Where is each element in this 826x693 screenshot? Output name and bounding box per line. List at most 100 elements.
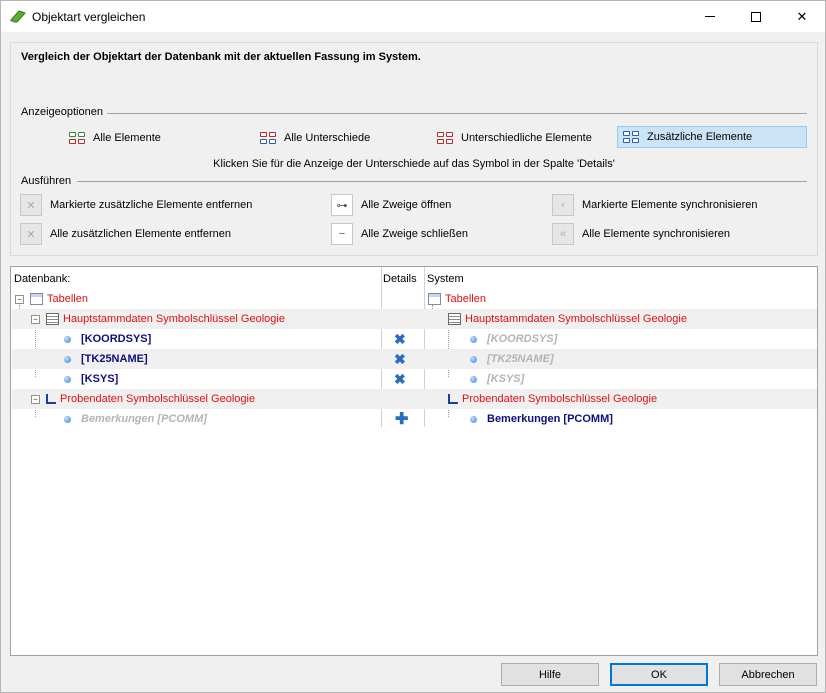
sys-label: Probendaten Symbolschlüssel Geologie (462, 393, 658, 405)
action-label: Alle Elemente synchronisieren (582, 228, 730, 240)
display-options-divider (107, 113, 807, 114)
db-cell: [KSYS] (64, 369, 118, 389)
sys-cell: [TK25NAME] (470, 349, 554, 369)
expand-all-button[interactable]: ⊶ Alle Zweige öffnen (331, 193, 451, 217)
tree-row-hauptstammdaten[interactable]: − Hauptstammdaten Symbolschlüssel Geolog… (12, 309, 817, 329)
db-label: [KOORDSYS] (81, 333, 152, 345)
collapse-all-icon: − (331, 223, 353, 245)
field-icon (64, 355, 71, 363)
cancel-button[interactable]: Abbrechen (719, 663, 817, 686)
db-cell: − Tabellen (15, 289, 88, 309)
table-icon (30, 293, 43, 305)
tree-row-field[interactable]: [TK25NAME] ✖ [TK25NAME] (12, 349, 817, 369)
options-panel: Vergleich der Objektart der Datenbank mi… (10, 42, 818, 256)
option-all-differences[interactable]: Alle Unterschiede (255, 127, 425, 149)
sys-label: Hauptstammdaten Symbolschlüssel Geologie (465, 313, 687, 325)
field-icon (470, 335, 477, 343)
db-cell: − Hauptstammdaten Symbolschlüssel Geolog… (31, 309, 285, 329)
document-icon (448, 313, 461, 325)
minimize-button[interactable] (687, 1, 733, 32)
sys-label: [KOORDSYS] (487, 333, 558, 345)
tree-row-field[interactable]: [KSYS] ✖ [KSYS] (12, 369, 817, 389)
remove-marked-button[interactable]: ✕ Markierte zusätzliche Elemente entfern… (20, 193, 252, 217)
action-label: Alle zusätzlichen Elemente entfernen (50, 228, 231, 240)
document-icon (46, 313, 59, 325)
sync-all-button[interactable]: « Alle Elemente synchronisieren (552, 222, 730, 246)
close-icon: ✕ (796, 8, 808, 24)
db-label: [KSYS] (81, 373, 119, 385)
dialog-window: Objektart vergleichen ✕ Vergleich der Ob… (0, 0, 826, 693)
tree-row-field[interactable]: Bemerkungen [PCOMM] ✚ Bemerkungen [PCOMM… (12, 409, 817, 429)
db-label: Bemerkungen [PCOMM] (81, 413, 207, 425)
title-bar: Objektart vergleichen ✕ (1, 1, 825, 32)
different-elements-icon (437, 132, 453, 144)
option-label: Alle Unterschiede (284, 132, 371, 144)
sync-all-icon: « (552, 223, 574, 245)
option-all-elements[interactable]: Alle Elemente (64, 127, 234, 149)
collapse-icon[interactable]: − (31, 394, 40, 404)
sys-cell: Tabellen (428, 289, 486, 309)
field-icon (470, 355, 477, 363)
remove-icon[interactable]: ✖ (394, 351, 406, 368)
sys-label: Tabellen (445, 293, 486, 305)
remove-all-button[interactable]: ✕ Alle zusätzlichen Elemente entfernen (20, 222, 231, 246)
comparison-tree[interactable]: Datenbank: Details System − Tabellen Tab… (10, 266, 818, 656)
add-icon[interactable]: ✚ (395, 409, 408, 429)
actions-divider (77, 181, 807, 182)
additional-elements-icon (623, 131, 639, 143)
collapse-all-button[interactable]: − Alle Zweige schließen (331, 222, 468, 246)
remove-all-icon: ✕ (20, 223, 42, 245)
field-icon (470, 415, 477, 423)
sync-marked-icon: ‹ (552, 194, 574, 216)
minimize-icon (705, 16, 715, 17)
remove-icon[interactable]: ✖ (394, 331, 406, 348)
tree-row-probendaten[interactable]: − Probendaten Symbolschlüssel Geologie P… (12, 389, 817, 409)
action-label: Alle Zweige öffnen (361, 199, 452, 211)
action-label: Markierte zusätzliche Elemente entfernen (50, 199, 253, 211)
column-database: Datenbank: (14, 273, 71, 285)
details-hint: Klicken Sie für die Anzeige der Untersch… (213, 158, 615, 170)
app-icon (10, 10, 26, 23)
option-additional-elements[interactable]: Zusätzliche Elemente (617, 126, 807, 148)
collapse-icon[interactable]: − (15, 294, 24, 304)
action-label: Markierte Elemente synchronisieren (582, 199, 758, 211)
remove-marked-icon: ✕ (20, 194, 42, 216)
db-cell: [TK25NAME] (64, 349, 148, 369)
sys-cell: [KOORDSYS] (470, 329, 557, 349)
db-cell: − Probendaten Symbolschlüssel Geologie (31, 389, 255, 409)
option-different-elements[interactable]: Unterschiedliche Elemente (432, 127, 622, 149)
column-details: Details (383, 273, 417, 285)
option-label: Zusätzliche Elemente (647, 131, 753, 143)
display-options-label: Anzeigeoptionen (21, 106, 103, 118)
collapse-icon[interactable]: − (31, 314, 40, 324)
db-cell: [KOORDSYS] (64, 329, 151, 349)
all-differences-icon (260, 132, 276, 144)
tree-row-field[interactable]: [KOORDSYS] ✖ [KOORDSYS] (12, 329, 817, 349)
option-label: Alle Elemente (93, 132, 161, 144)
option-label: Unterschiedliche Elemente (461, 132, 592, 144)
db-label: Hauptstammdaten Symbolschlüssel Geologie (63, 313, 285, 325)
db-label: Probendaten Symbolschlüssel Geologie (60, 393, 256, 405)
db-cell: Bemerkungen [PCOMM] (64, 409, 207, 429)
tree-row-tables[interactable]: − Tabellen Tabellen (12, 289, 817, 309)
details-cell[interactable]: ✖ (394, 369, 406, 389)
field-icon (64, 375, 71, 383)
page-title: Vergleich der Objektart der Datenbank mi… (21, 51, 421, 63)
window-title: Objektart vergleichen (32, 10, 146, 24)
details-cell[interactable]: ✖ (394, 349, 406, 369)
all-elements-icon (69, 132, 85, 144)
actions-label: Ausführen (21, 175, 72, 187)
maximize-button[interactable] (733, 1, 779, 32)
help-button[interactable]: Hilfe (501, 663, 599, 686)
remove-icon[interactable]: ✖ (394, 371, 406, 388)
sync-marked-button[interactable]: ‹ Markierte Elemente synchronisieren (552, 193, 757, 217)
ok-button[interactable]: OK (610, 663, 708, 686)
column-system: System (427, 273, 464, 285)
field-icon (64, 415, 71, 423)
details-cell[interactable]: ✖ (394, 329, 406, 349)
close-button[interactable]: ✕ (779, 1, 825, 32)
sys-cell: Bemerkungen [PCOMM] (470, 409, 613, 429)
db-label: Tabellen (47, 293, 88, 305)
details-cell[interactable]: ✚ (395, 409, 408, 429)
action-label: Alle Zweige schließen (361, 228, 468, 240)
